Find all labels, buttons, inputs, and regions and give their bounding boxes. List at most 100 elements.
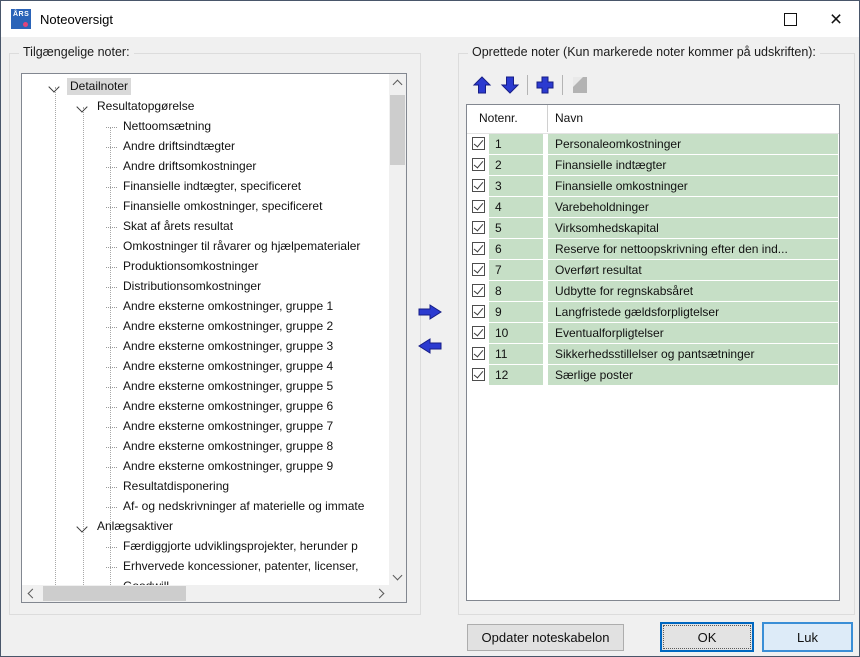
tree-item-label: Andre eksterne omkostninger, gruppe 3 <box>120 338 336 355</box>
tree-item[interactable]: Andre eksterne omkostninger, gruppe 6 <box>22 397 389 417</box>
table-row[interactable]: 1Personaleomkostninger <box>467 134 839 155</box>
checkmark-icon <box>474 305 484 315</box>
tree-item-label: Andre eksterne omkostninger, gruppe 6 <box>120 398 336 415</box>
app-icon-dot <box>23 22 28 27</box>
note-checkbox[interactable] <box>472 242 485 255</box>
move-right-button[interactable] <box>417 303 443 321</box>
tree-item[interactable]: Andre eksterne omkostninger, gruppe 3 <box>22 337 389 357</box>
ok-label: OK <box>663 625 751 649</box>
tree-item[interactable]: Detailnoter <box>22 77 389 97</box>
scroll-right-button[interactable] <box>372 585 389 602</box>
tree-item[interactable]: Andre eksterne omkostninger, gruppe 8 <box>22 437 389 457</box>
tree-item[interactable]: Resultatdisponering <box>22 477 389 497</box>
move-left-button[interactable] <box>417 337 443 355</box>
tree-item[interactable]: Distributionsomkostninger <box>22 277 389 297</box>
add-note-button[interactable] <box>534 74 556 96</box>
move-up-button[interactable] <box>471 74 493 96</box>
note-checkbox[interactable] <box>472 179 485 192</box>
edit-note-button[interactable] <box>569 74 591 96</box>
table-row[interactable]: 9Langfristede gældsforpligtelser <box>467 302 839 323</box>
table-row[interactable]: 6Reserve for nettoopskrivning efter den … <box>467 239 839 260</box>
tree-item[interactable]: Finansielle indtægter, specificeret <box>22 177 389 197</box>
tree-item[interactable]: Andre eksterne omkostninger, gruppe 1 <box>22 297 389 317</box>
scroll-down-button[interactable] <box>389 568 406 585</box>
tree-item[interactable]: Resultatopgørelse <box>22 97 389 117</box>
tree-item-label: Goodwill <box>120 578 172 585</box>
tree-item-label: Distributionsomkostninger <box>120 278 264 295</box>
tree-item[interactable]: Andre eksterne omkostninger, gruppe 5 <box>22 377 389 397</box>
move-up-icon <box>472 75 492 95</box>
chevron-down-icon[interactable] <box>48 81 59 92</box>
tree-item-label: Erhvervede koncessioner, patenter, licen… <box>120 558 361 575</box>
note-number-cell: 4 <box>489 197 543 217</box>
tree-item[interactable]: Anlægsaktiver <box>22 517 389 537</box>
table-row[interactable]: 7Overført resultat <box>467 260 839 281</box>
created-notes-table[interactable]: Notenr. Navn 1Personaleomkostninger2Fina… <box>466 104 840 601</box>
note-checkbox[interactable] <box>472 305 485 318</box>
table-row[interactable]: 8Udbytte for regnskabsåret <box>467 281 839 302</box>
tree-item[interactable]: Goodwill <box>22 577 389 585</box>
tree-vertical-scrollbar[interactable] <box>389 74 406 585</box>
created-notes-label: Oprettede noter (Kun markerede noter kom… <box>468 45 820 59</box>
tree-item[interactable]: Af- og nedskrivninger af materielle og i… <box>22 497 389 517</box>
chevron-down-icon[interactable] <box>76 101 87 112</box>
chevron-down-icon <box>393 571 403 581</box>
tree-item-label: Andre driftsindtægter <box>120 138 238 155</box>
horizontal-scroll-thumb[interactable] <box>43 586 186 601</box>
tree-item-label: Andre eksterne omkostninger, gruppe 4 <box>120 358 336 375</box>
note-checkbox[interactable] <box>472 158 485 171</box>
app-icon-text: ÅRS <box>13 11 29 18</box>
tree-item[interactable]: Skat af årets resultat <box>22 217 389 237</box>
column-divider <box>547 105 548 132</box>
note-checkbox[interactable] <box>472 200 485 213</box>
table-header: Notenr. Navn <box>467 105 839 134</box>
move-down-button[interactable] <box>499 74 521 96</box>
tree-item[interactable]: Færdiggjorte udviklingsprojekter, herund… <box>22 537 389 557</box>
table-row[interactable]: 3Finansielle omkostninger <box>467 176 839 197</box>
close-button[interactable]: × <box>813 1 859 37</box>
note-name-cell: Personaleomkostninger <box>548 134 838 154</box>
tree-item[interactable]: Nettoomsætning <box>22 117 389 137</box>
scroll-up-button[interactable] <box>389 74 406 91</box>
note-checkbox[interactable] <box>472 263 485 276</box>
note-checkbox[interactable] <box>472 347 485 360</box>
add-icon <box>535 75 555 95</box>
tree-item[interactable]: Produktionsomkostninger <box>22 257 389 277</box>
chevron-down-icon[interactable] <box>76 521 87 532</box>
ok-button[interactable]: OK <box>660 622 754 652</box>
table-row[interactable]: 12Særlige poster <box>467 365 839 386</box>
tree-item-label: Andre eksterne omkostninger, gruppe 5 <box>120 378 336 395</box>
note-checkbox[interactable] <box>472 221 485 234</box>
table-row[interactable]: 4Varebeholdninger <box>467 197 839 218</box>
checkmark-icon <box>474 347 484 357</box>
tree-item[interactable]: Andre eksterne omkostninger, gruppe 4 <box>22 357 389 377</box>
note-checkbox[interactable] <box>472 284 485 297</box>
luk-button[interactable]: Luk <box>762 622 853 652</box>
table-row[interactable]: 5Virksomhedskapital <box>467 218 839 239</box>
table-row[interactable]: 2Finansielle indtægter <box>467 155 839 176</box>
tree-item[interactable]: Andre driftsomkostninger <box>22 157 389 177</box>
scroll-left-button[interactable] <box>22 585 39 602</box>
note-number-cell: 5 <box>489 218 543 238</box>
table-row[interactable]: 11Sikkerhedsstillelser og pantsætninger <box>467 344 839 365</box>
note-checkbox[interactable] <box>472 137 485 150</box>
vertical-scroll-thumb[interactable] <box>390 95 405 165</box>
maximize-button[interactable] <box>767 1 813 37</box>
tree-item-label: Finansielle indtægter, specificeret <box>120 178 304 195</box>
tree-connector <box>106 407 117 408</box>
tree-item[interactable]: Omkostninger til råvarer og hjælpemateri… <box>22 237 389 257</box>
tree-item[interactable]: Andre driftsindtægter <box>22 137 389 157</box>
note-checkbox[interactable] <box>472 368 485 381</box>
note-name-cell: Varebeholdninger <box>548 197 838 217</box>
tree-item[interactable]: Andre eksterne omkostninger, gruppe 2 <box>22 317 389 337</box>
tree-item[interactable]: Andre eksterne omkostninger, gruppe 9 <box>22 457 389 477</box>
available-notes-tree[interactable]: DetailnoterResultatopgørelseNettoomsætni… <box>21 73 407 603</box>
tree-item[interactable]: Finansielle omkostninger, specificeret <box>22 197 389 217</box>
tree-item[interactable]: Erhvervede koncessioner, patenter, licen… <box>22 557 389 577</box>
table-row[interactable]: 10Eventualforpligtelser <box>467 323 839 344</box>
note-checkbox[interactable] <box>472 326 485 339</box>
tree-item[interactable]: Andre eksterne omkostninger, gruppe 7 <box>22 417 389 437</box>
tree-horizontal-scrollbar[interactable] <box>22 585 389 602</box>
update-note-template-button[interactable]: Opdater noteskabelon <box>467 624 624 651</box>
move-down-icon <box>500 75 520 95</box>
